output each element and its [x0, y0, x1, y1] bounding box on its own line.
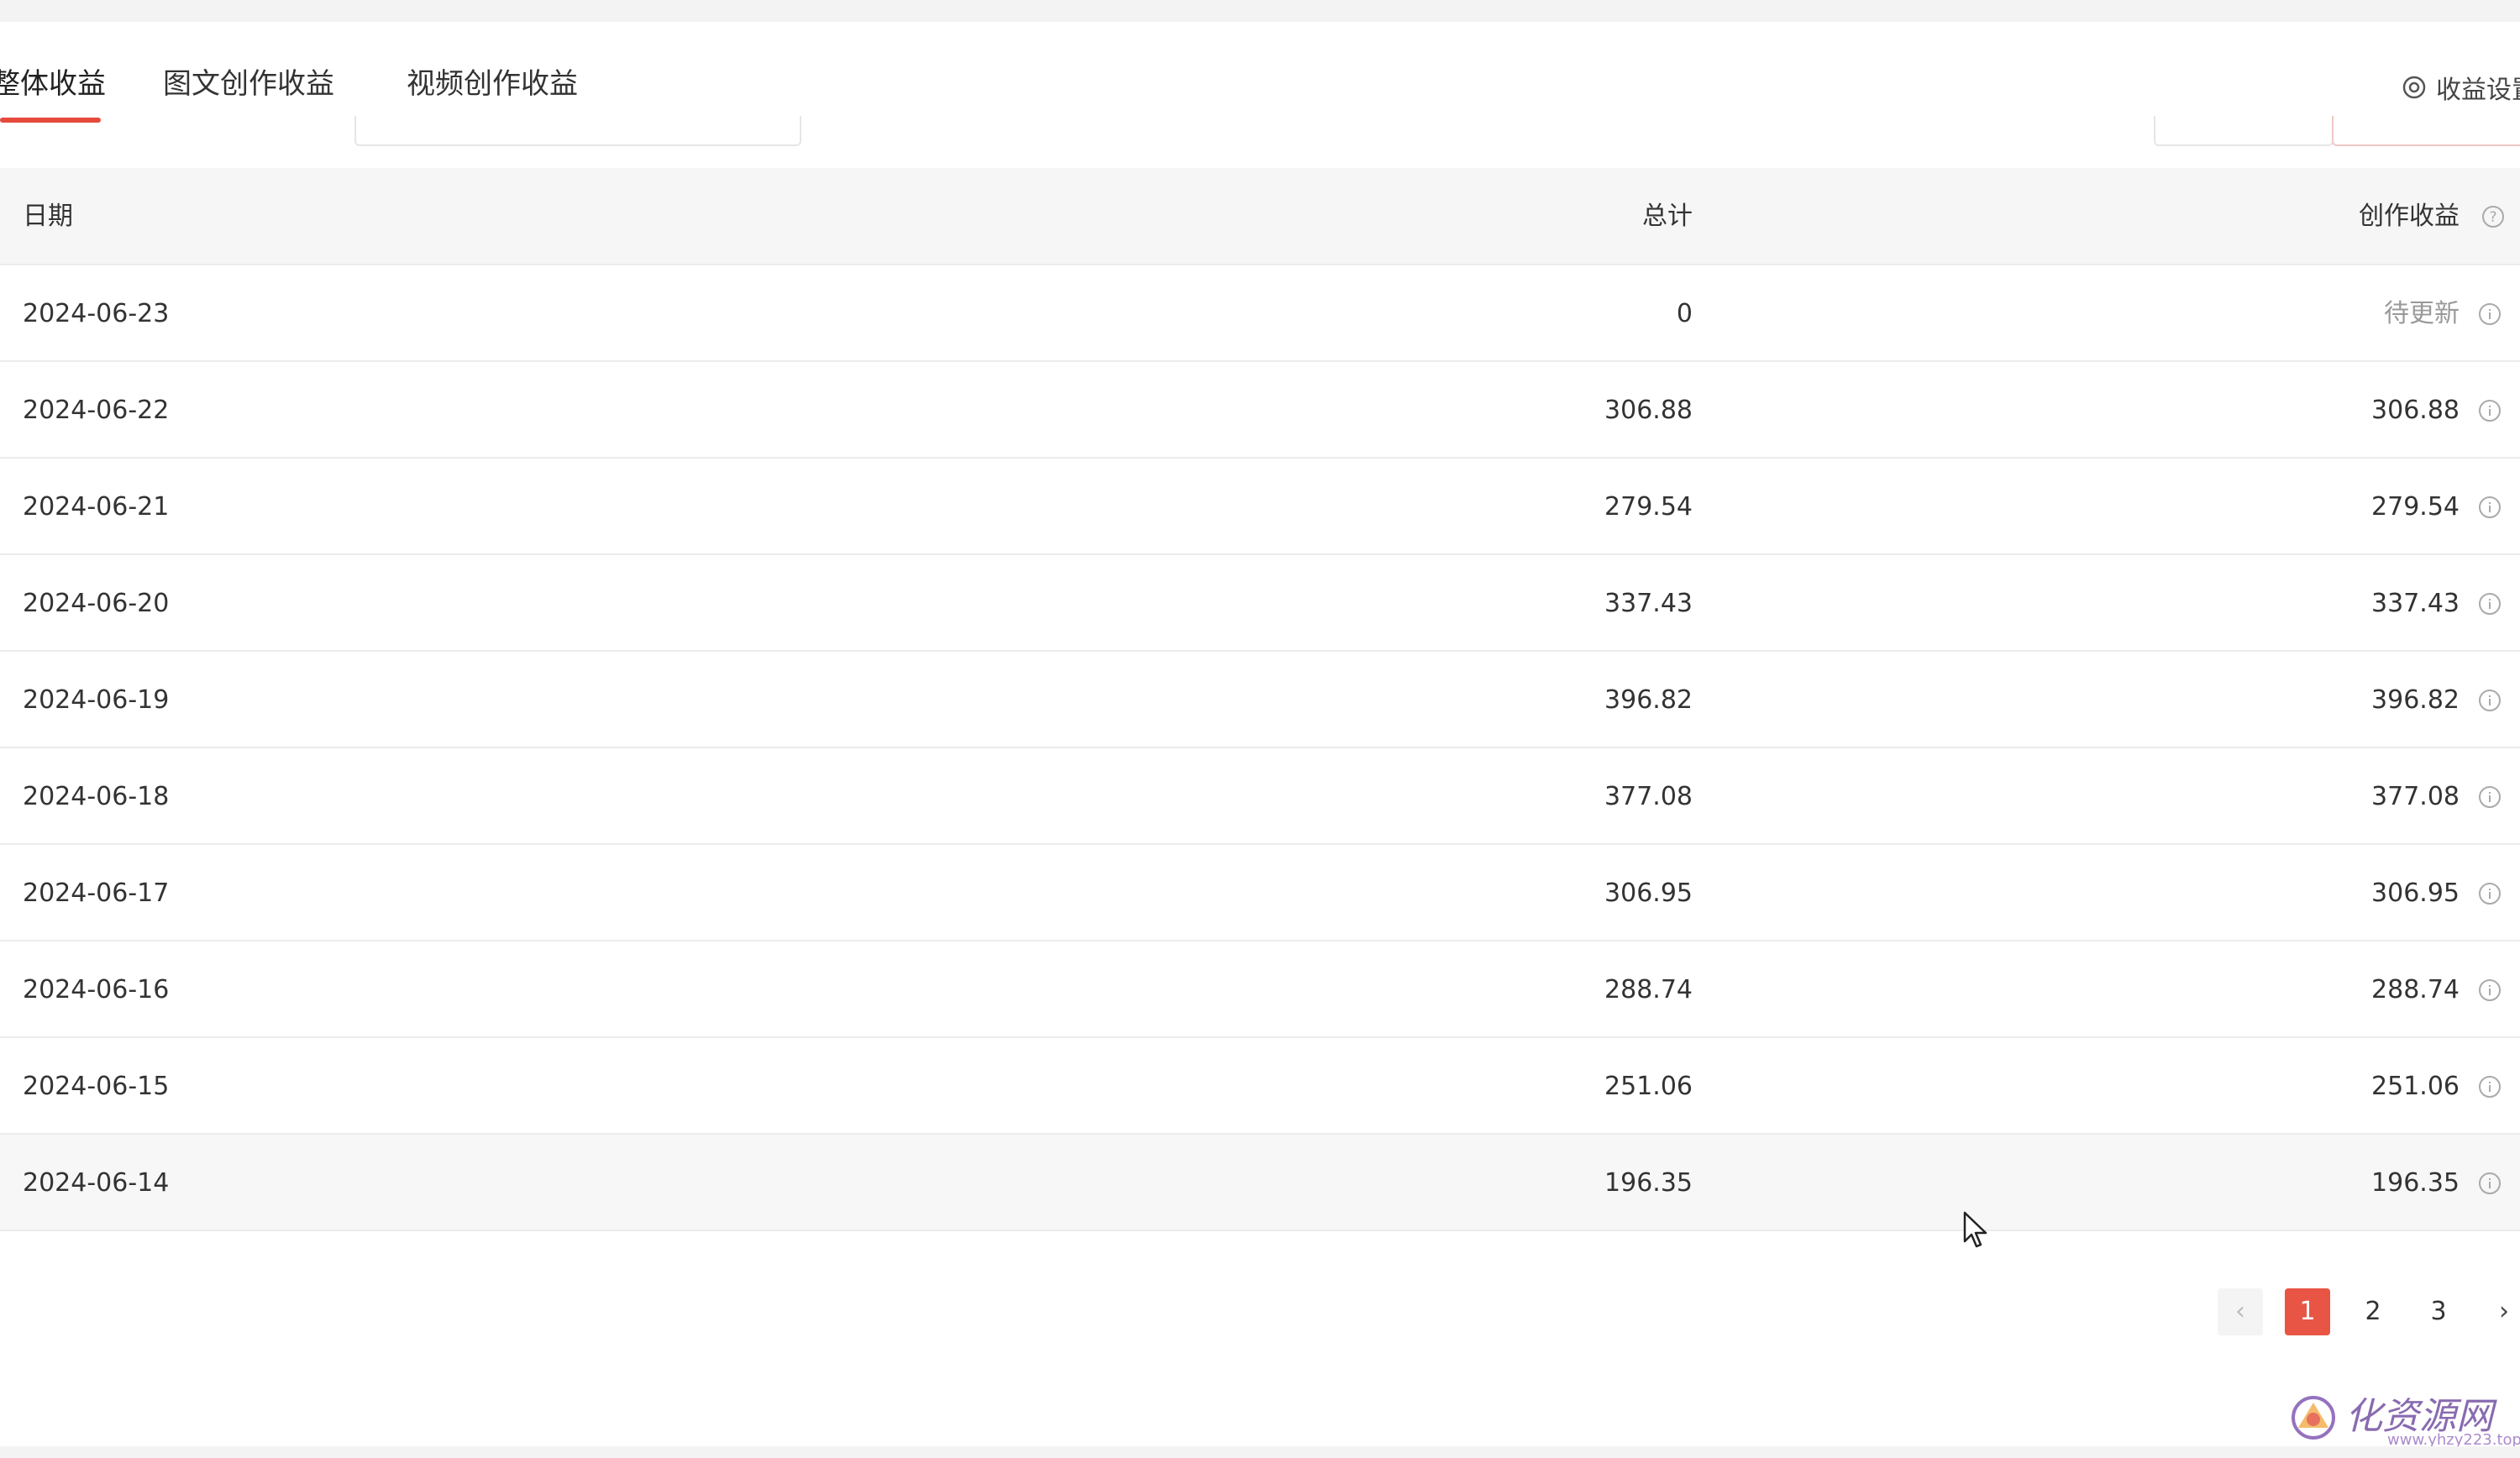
row-total: 0 [1676, 299, 1693, 328]
table-row: 2024-06-17 306.95 306.95 [0, 845, 2520, 941]
earnings-page: 整体收益 图文创作收益 视频创作收益 收益设置 日期 总计 创作收益 ? 202… [0, 0, 2520, 1458]
svg-text:?: ? [2489, 209, 2496, 226]
top-strip [0, 0, 2520, 22]
table-row: 2024-06-23 0 待更新 [0, 265, 2520, 362]
row-date: 2024-06-22 [23, 396, 170, 425]
row-earnings: 279.54 [2371, 492, 2460, 522]
next-page-button[interactable]: › [2481, 1288, 2520, 1335]
header-total: 总计 [1642, 202, 1693, 231]
info-icon[interactable] [2476, 748, 2503, 845]
row-earnings: 306.95 [2371, 878, 2460, 908]
row-total: 396.82 [1604, 685, 1693, 715]
watermark: 化资源网 www.yhzy223.top [2286, 1384, 2520, 1451]
tab-overall-earnings[interactable]: 整体收益 [0, 50, 106, 118]
row-earnings: 288.74 [2371, 975, 2460, 1004]
prev-page-button[interactable]: ‹ [2218, 1288, 2263, 1335]
page-button-3[interactable]: 3 [2416, 1288, 2461, 1335]
settings-label: 收益设置 [2436, 76, 2520, 105]
row-date: 2024-06-15 [23, 1072, 170, 1101]
info-icon[interactable] [2476, 265, 2503, 362]
row-earnings: 306.88 [2371, 396, 2460, 425]
table-row: 2024-06-21 279.54 279.54 [0, 459, 2520, 555]
row-earnings: 337.43 [2371, 589, 2460, 618]
export-control[interactable] [2332, 116, 2520, 146]
page-button-1[interactable]: 1 [2285, 1288, 2330, 1335]
mouse-cursor-icon [1963, 1211, 1987, 1248]
row-total: 377.08 [1604, 782, 1693, 811]
row-date: 2024-06-20 [23, 589, 170, 618]
row-date: 2024-06-14 [23, 1168, 170, 1198]
info-icon[interactable] [2476, 845, 2503, 941]
info-icon[interactable] [2476, 459, 2503, 555]
row-total: 279.54 [1604, 492, 1693, 522]
row-total: 306.95 [1604, 878, 1693, 908]
table-row: 2024-06-16 288.74 288.74 [0, 941, 2520, 1038]
date-range-picker[interactable] [354, 116, 801, 146]
earnings-table: 日期 总计 创作收益 ? 2024-06-23 0 待更新 2024-06-22… [0, 168, 2520, 1231]
table-header-row: 日期 总计 创作收益 ? [0, 168, 2520, 265]
info-icon[interactable] [2476, 1038, 2503, 1135]
settings-icon [2402, 76, 2426, 99]
row-earnings: 251.06 [2371, 1072, 2460, 1101]
row-earnings: 196.35 [2371, 1168, 2460, 1198]
row-total: 196.35 [1604, 1168, 1693, 1198]
row-date: 2024-06-18 [23, 782, 170, 811]
row-earnings: 377.08 [2371, 782, 2460, 811]
table-row: 2024-06-15 251.06 251.06 [0, 1038, 2520, 1135]
table-row: 2024-06-18 377.08 377.08 [0, 748, 2520, 845]
info-icon[interactable] [2476, 1135, 2503, 1231]
tab-video-earnings[interactable]: 视频创作收益 [407, 50, 578, 118]
header-earnings: 创作收益 [2359, 202, 2460, 231]
row-total: 337.43 [1604, 589, 1693, 618]
table-row: 2024-06-20 337.43 337.43 [0, 555, 2520, 652]
info-icon[interactable] [2476, 652, 2503, 748]
row-date: 2024-06-23 [23, 299, 170, 328]
pagination: ‹ 1 2 3 › [2218, 1288, 2520, 1335]
row-date: 2024-06-16 [23, 975, 170, 1004]
active-tab-indicator [0, 118, 101, 123]
info-icon[interactable] [2476, 362, 2503, 459]
tab-article-earnings[interactable]: 图文创作收益 [163, 50, 334, 118]
earnings-settings-link[interactable]: 收益设置 [2401, 69, 2520, 106]
table-row: 2024-06-22 306.88 306.88 [0, 362, 2520, 459]
row-total: 251.06 [1604, 1072, 1693, 1101]
row-total: 288.74 [1604, 975, 1693, 1004]
header-date: 日期 [23, 202, 73, 231]
info-icon[interactable] [2476, 941, 2503, 1038]
filter-control[interactable] [2154, 116, 2334, 146]
question-icon[interactable]: ? [2480, 168, 2507, 265]
row-date: 2024-06-21 [23, 492, 170, 522]
bottom-strip [0, 1446, 2520, 1458]
table-row: 2024-06-19 396.82 396.82 [0, 652, 2520, 748]
row-earnings: 待更新 [2384, 299, 2460, 328]
info-icon[interactable] [2476, 555, 2503, 652]
row-total: 306.88 [1604, 396, 1693, 425]
row-date: 2024-06-19 [23, 685, 170, 715]
row-earnings: 396.82 [2371, 685, 2460, 715]
watermark-logo-icon [2292, 1396, 2335, 1440]
row-date: 2024-06-17 [23, 878, 170, 908]
page-button-2[interactable]: 2 [2350, 1288, 2396, 1335]
table-row: 2024-06-14 196.35 196.35 [0, 1135, 2520, 1231]
